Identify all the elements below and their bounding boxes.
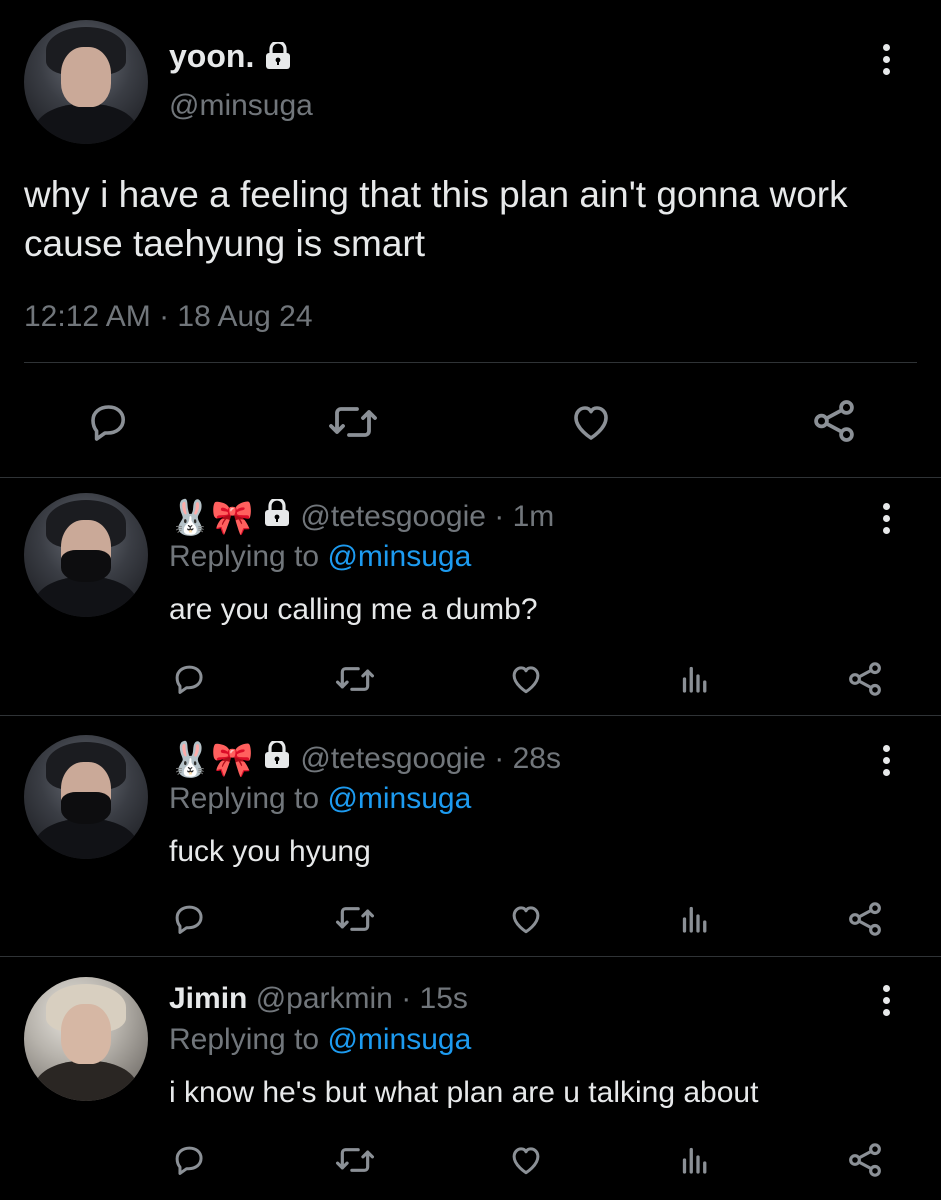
share-icon[interactable] bbox=[845, 1140, 885, 1180]
time: · 1m bbox=[494, 500, 555, 533]
retweet-icon[interactable] bbox=[334, 1141, 376, 1179]
more-options-icon[interactable] bbox=[883, 44, 891, 80]
views-icon[interactable] bbox=[677, 661, 713, 697]
display-name[interactable]: Jimin bbox=[169, 982, 247, 1015]
like-icon[interactable] bbox=[566, 398, 616, 446]
reply-icon[interactable] bbox=[170, 900, 208, 938]
divider bbox=[24, 362, 917, 363]
time: · 15s bbox=[401, 982, 468, 1015]
author-line: 🐰🎀 @tetesgoogie · 28s bbox=[169, 739, 561, 780]
like-icon[interactable] bbox=[506, 1141, 546, 1179]
reply-icon[interactable] bbox=[170, 1141, 208, 1179]
retweet-icon[interactable] bbox=[334, 660, 376, 698]
share-icon[interactable] bbox=[845, 899, 885, 939]
share-icon[interactable] bbox=[809, 396, 859, 446]
retweet-icon[interactable] bbox=[334, 900, 376, 938]
reply-text: are you calling me a dumb? bbox=[169, 593, 538, 626]
more-options-icon[interactable] bbox=[883, 985, 891, 1021]
reply-icon[interactable] bbox=[170, 660, 208, 698]
lock-icon bbox=[262, 739, 292, 780]
lock-icon bbox=[263, 39, 293, 79]
reply-text: fuck you hyung bbox=[169, 835, 371, 868]
handle[interactable]: @parkmin bbox=[256, 982, 393, 1015]
avatar[interactable] bbox=[24, 20, 148, 144]
lock-icon bbox=[262, 497, 292, 538]
timestamp: 12:12 AM · 18 Aug 24 bbox=[24, 300, 313, 333]
more-options-icon[interactable] bbox=[883, 745, 891, 781]
replying-to: Replying to @minsuga bbox=[169, 1021, 471, 1059]
author-line: yoon. bbox=[169, 36, 293, 79]
like-icon[interactable] bbox=[506, 900, 546, 938]
author-line: Jimin @parkmin · 15s bbox=[169, 979, 468, 1019]
handle[interactable]: @tetesgoogie bbox=[300, 500, 486, 533]
retweet-icon[interactable] bbox=[327, 398, 379, 446]
avatar[interactable] bbox=[24, 493, 148, 617]
author-line: 🐰🎀 @tetesgoogie · 1m bbox=[169, 497, 554, 538]
tweet-text: why i have a feeling that this plan ain'… bbox=[24, 174, 848, 264]
avatar[interactable] bbox=[24, 735, 148, 859]
replying-to: Replying to @minsuga bbox=[169, 538, 471, 576]
avatar[interactable] bbox=[24, 977, 148, 1101]
replying-to: Replying to @minsuga bbox=[169, 780, 471, 818]
more-options-icon[interactable] bbox=[883, 503, 891, 539]
replying-to-link[interactable]: @minsuga bbox=[327, 782, 471, 815]
replying-to-link[interactable]: @minsuga bbox=[327, 540, 471, 573]
reply-text: i know he's but what plan are u talking … bbox=[169, 1076, 759, 1109]
display-name[interactable]: 🐰🎀 bbox=[169, 501, 254, 535]
handle[interactable]: @minsuga bbox=[169, 88, 313, 124]
share-icon[interactable] bbox=[845, 659, 885, 699]
divider bbox=[0, 715, 941, 716]
divider bbox=[0, 477, 941, 478]
replying-prefix: Replying to bbox=[169, 540, 320, 573]
like-icon[interactable] bbox=[506, 660, 546, 698]
replying-to-link[interactable]: @minsuga bbox=[327, 1023, 471, 1056]
reply-icon[interactable] bbox=[84, 398, 132, 446]
time: · 28s bbox=[494, 742, 561, 775]
replying-prefix: Replying to bbox=[169, 1023, 320, 1056]
display-name[interactable]: yoon. bbox=[169, 38, 254, 74]
replying-prefix: Replying to bbox=[169, 782, 320, 815]
divider bbox=[0, 956, 941, 957]
views-icon[interactable] bbox=[677, 901, 713, 937]
handle[interactable]: @tetesgoogie bbox=[300, 742, 486, 775]
display-name[interactable]: 🐰🎀 bbox=[169, 743, 254, 777]
views-icon[interactable] bbox=[677, 1142, 713, 1178]
